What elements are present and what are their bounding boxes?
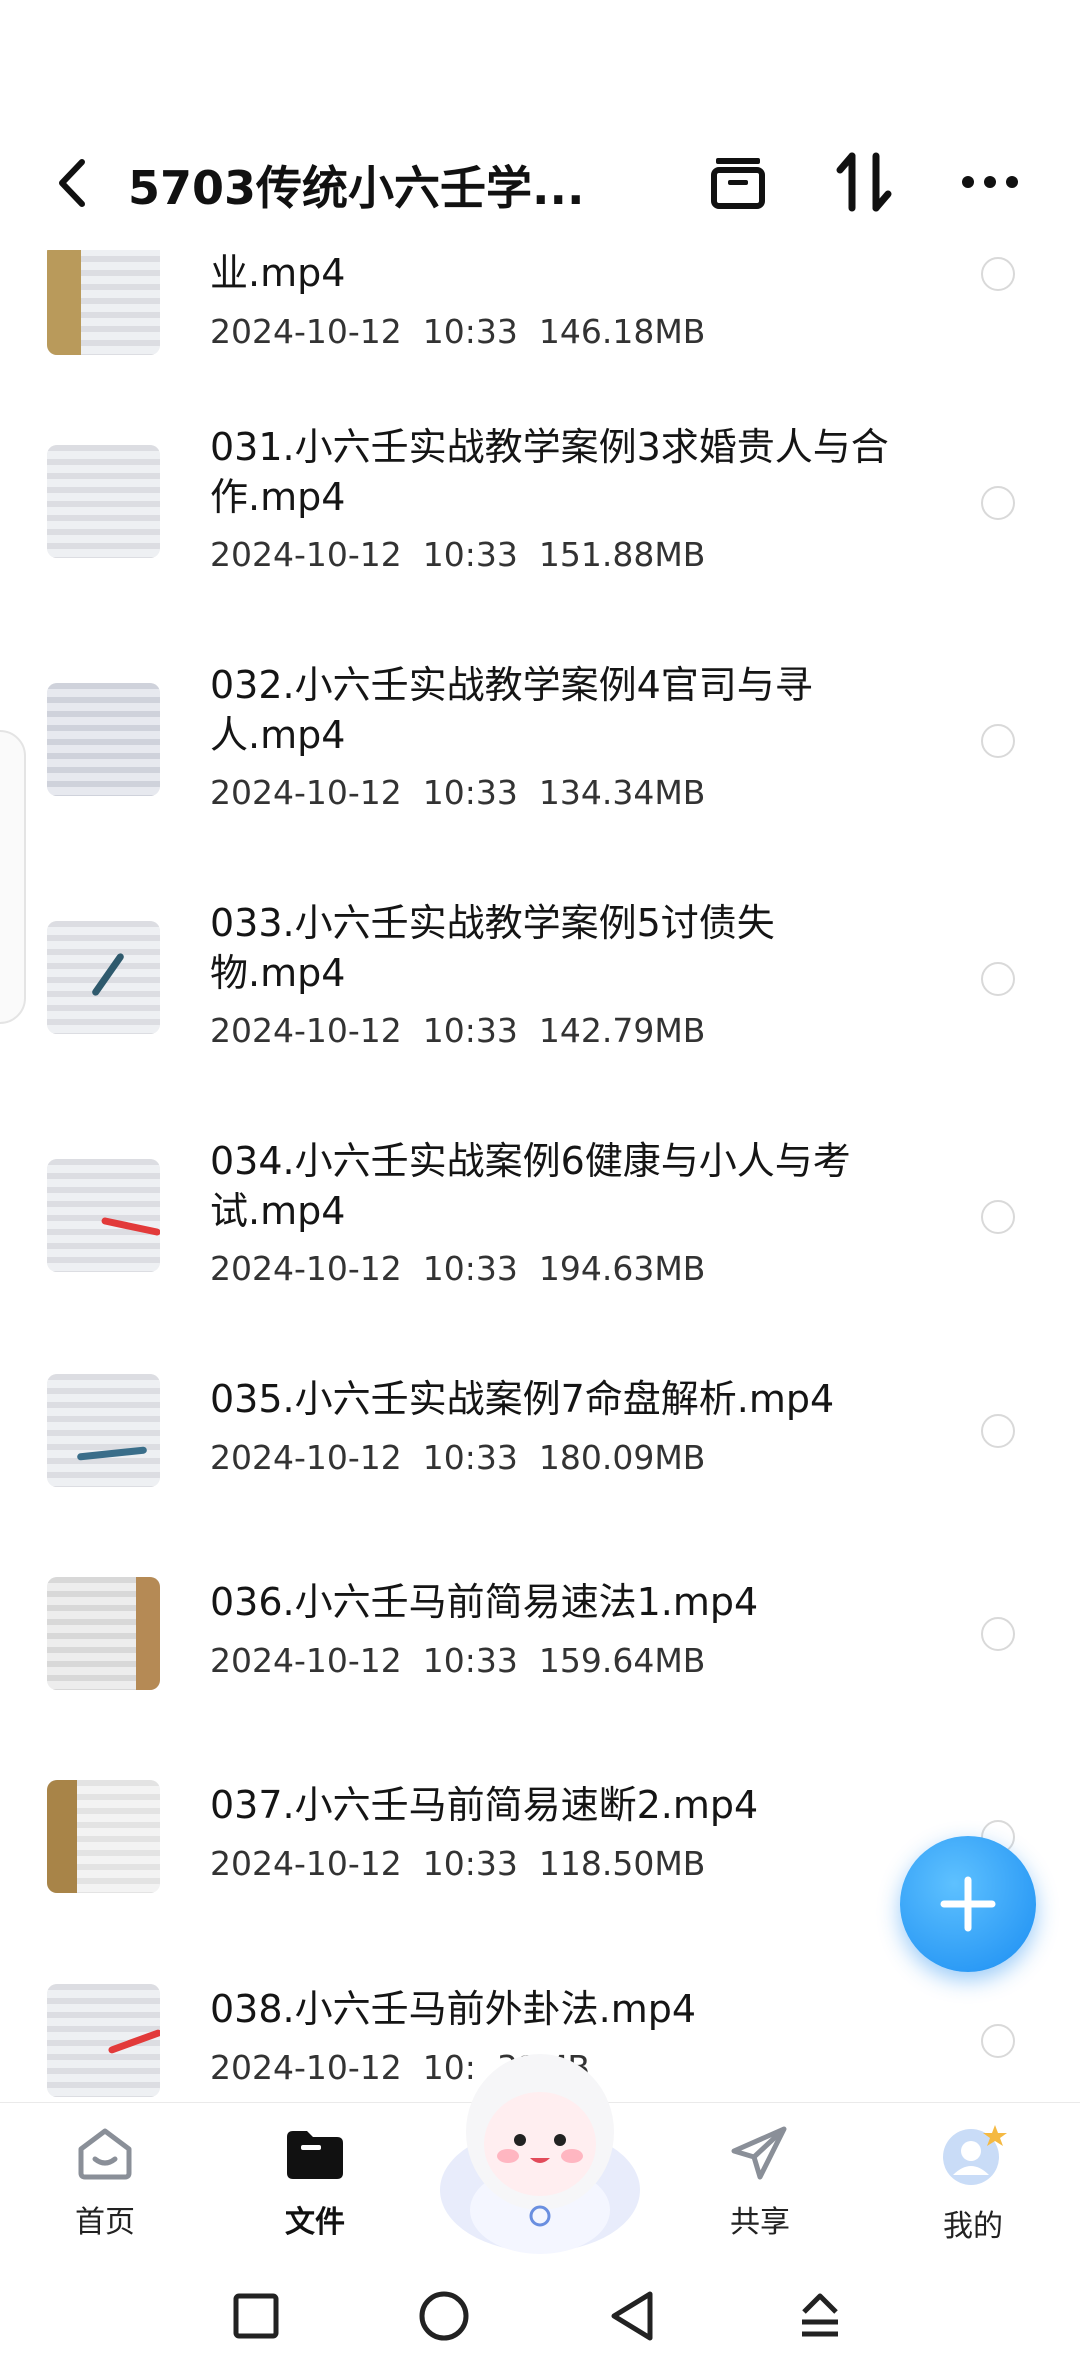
file-list: 业.mp4 2024-10-12 10:33 146.18MB 031.小六壬实… [0,232,1080,2102]
file-meta: 2024-10-12 10:33 151.88MB [210,535,706,574]
tab-files[interactable]: 文件 [255,2123,375,2241]
select-radio[interactable] [981,1200,1015,1234]
tab-share-label: 共享 [730,2205,790,2240]
video-thumbnail [47,1577,160,1690]
tab-home-label: 首页 [75,2205,135,2240]
file-name: 033.小六壬实战教学案例5讨债失物.mp4 [210,901,775,995]
system-navigation-bar [0,2250,1080,2376]
file-meta: 2024-10-12 10:33 180.09MB [210,1438,706,1477]
video-thumbnail [47,1984,160,2097]
file-meta: 2024-10-12 10:33 134.34MB [210,773,706,812]
file-name: 037.小六壬马前简易速断2.mp4 [210,1783,759,1827]
video-thumbnail [47,1159,160,1272]
file-meta: 2024-10-12 10:33 194.63MB [210,1249,706,1288]
tab-home[interactable]: 首页 [45,2123,165,2241]
share-icon [731,2126,787,2180]
home-icon [78,2128,132,2180]
file-name: 035.小六壬实战案例7命盘解析.mp4 [210,1377,835,1421]
video-thumbnail [47,1780,160,1893]
tab-files-label: 文件 [285,2205,345,2240]
select-radio[interactable] [981,486,1015,520]
tab-profile[interactable]: 我的 [913,2123,1033,2245]
keyboard-toggle-icon[interactable] [792,2288,848,2344]
file-name: 业.mp4 [210,251,346,295]
file-meta: 2024-10-12 10:33 159.64MB [210,1641,706,1680]
select-radio[interactable] [981,257,1015,291]
select-radio[interactable] [981,724,1015,758]
video-thumbnail [47,1374,160,1487]
file-name: 032.小六壬实战教学案例4官司与寻人.mp4 [210,663,813,757]
recent-apps-icon[interactable] [228,2288,284,2344]
folder-icon [287,2131,343,2179]
tab-profile-label: 我的 [943,2209,1003,2244]
add-button[interactable] [900,1836,1036,1972]
file-meta: 2024-10-12 10:33 146.18MB [210,312,706,351]
sort-icon[interactable] [832,150,896,214]
back-arrow-icon[interactable] [50,156,94,210]
side-drawer-handle[interactable] [0,730,26,1024]
video-thumbnail [47,921,160,1034]
profile-icon [943,2125,1007,2185]
video-thumbnail [47,683,160,796]
top-bar: 5703传统小六壬学... [0,0,1080,250]
folder-title: 5703传统小六壬学... [128,161,585,215]
file-name: 036.小六壬马前简易速法1.mp4 [210,1580,759,1624]
tab-share[interactable]: 共享 [700,2123,820,2241]
file-name: 031.小六壬实战教学案例3求婚贵人与合作.mp4 [210,425,889,519]
file-name: 038.小六壬马前外卦法.mp4 [210,1987,697,2031]
assistant-mascot-icon[interactable] [432,2040,648,2256]
select-radio[interactable] [981,962,1015,996]
home-button-icon[interactable] [416,2288,472,2344]
back-button-icon[interactable] [604,2288,660,2344]
plus-icon [940,1876,996,1932]
select-radio[interactable] [981,1414,1015,1448]
file-name: 034.小六壬实战案例6健康与小人与考试.mp4 [210,1139,851,1233]
multi-select-icon[interactable] [706,150,770,214]
video-thumbnail [47,445,160,558]
select-radio[interactable] [981,2024,1015,2058]
select-radio[interactable] [981,1617,1015,1651]
more-icon[interactable] [958,150,1022,214]
video-thumbnail [47,242,160,355]
file-meta: 2024-10-12 10:33 142.79MB [210,1011,706,1050]
file-meta: 2024-10-12 10:33 118.50MB [210,1844,706,1883]
